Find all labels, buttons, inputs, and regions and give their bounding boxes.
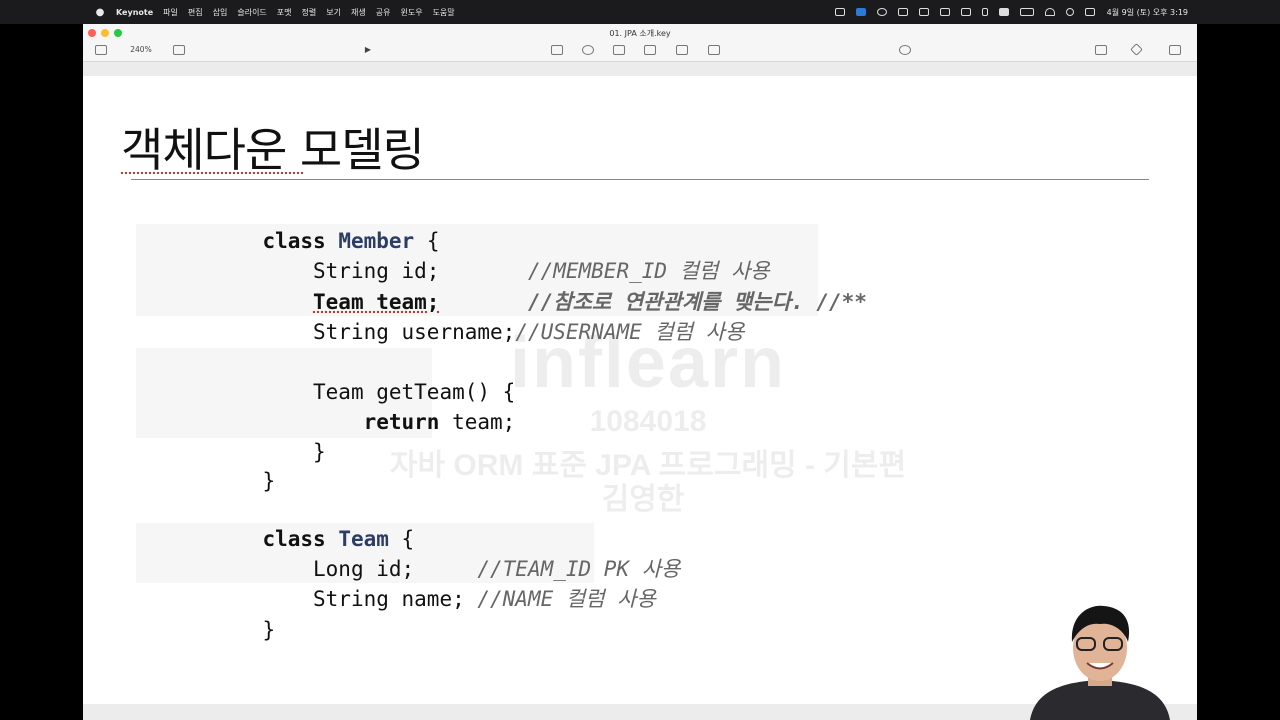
code-line: }: [136, 407, 326, 464]
menu-bar: ● Keynote 파일 편집 삽입 슬라이드 포맷 정렬 보기 재생 공유 윈…: [0, 0, 1280, 24]
menu-window[interactable]: 윈도우: [400, 7, 422, 18]
input-source-icon[interactable]: [998, 8, 1009, 16]
code-line: class Team {: [136, 494, 414, 551]
code-text: }: [262, 618, 276, 642]
app-status-icon[interactable]: [855, 8, 866, 16]
window-titlebar: 01. JPA 소개.key 240% ▶: [83, 24, 1197, 62]
volume-icon[interactable]: [960, 8, 971, 16]
code-text: String name;: [262, 587, 478, 611]
code-comment: //NAME 컬럼 사용: [477, 587, 656, 611]
code-text: String username;: [262, 320, 516, 344]
animate-icon[interactable]: [1130, 43, 1143, 56]
document-title[interactable]: 01. JPA 소개.key: [83, 28, 1197, 39]
menu-slide[interactable]: 슬라이드: [237, 7, 266, 18]
comment-icon[interactable]: [708, 45, 720, 55]
code-text: team;: [439, 410, 516, 434]
media-icon[interactable]: [676, 45, 688, 55]
code-line: String username;//USERNAME 컬럼 사용: [136, 287, 744, 344]
code-line: class Member {: [136, 196, 439, 253]
menu-help[interactable]: 도움말: [433, 7, 455, 18]
table-icon[interactable]: [551, 45, 563, 55]
code-line: Long id; //TEAM_ID PK 사용: [136, 524, 680, 581]
shape-icon[interactable]: [644, 45, 656, 55]
bluetooth-icon[interactable]: [981, 8, 988, 16]
code-line: }: [136, 436, 275, 493]
menu-clock[interactable]: 4월 9일 (토) 오후 3:19: [1107, 7, 1188, 18]
text-icon[interactable]: [613, 45, 625, 55]
window-icon[interactable]: [918, 8, 929, 16]
code-line: }: [136, 585, 275, 642]
globe-icon[interactable]: [876, 8, 887, 16]
menu-insert[interactable]: 삽입: [213, 7, 228, 18]
menu-file[interactable]: 파일: [163, 7, 178, 18]
status-area: 4월 9일 (토) 오후 3:19: [824, 0, 1188, 24]
display-icon[interactable]: [939, 8, 950, 16]
wifi-icon[interactable]: [1044, 8, 1055, 16]
apple-menu-icon[interactable]: ●: [92, 7, 108, 18]
collaborate-icon[interactable]: [899, 45, 911, 55]
menu-share[interactable]: 공유: [376, 7, 391, 18]
zoom-select[interactable]: 240%: [123, 44, 159, 56]
document-icon[interactable]: [1169, 45, 1181, 55]
chart-icon[interactable]: [582, 45, 594, 55]
menu-play[interactable]: 재생: [351, 7, 366, 18]
warning-icon[interactable]: [897, 8, 908, 16]
code-text: }: [262, 469, 276, 493]
presenter-webcam: [1030, 605, 1170, 720]
code-line: String id; //MEMBER_ID 컬럼 사용: [136, 226, 770, 283]
code-comment: //USERNAME 컬럼 사용: [515, 320, 745, 344]
code-line: Team team; //참조로 연관관계를 맺는다. //**: [136, 257, 867, 314]
menu-edit[interactable]: 편집: [188, 7, 203, 18]
spellcheck-underline: [121, 171, 303, 174]
battery-icon[interactable]: [1019, 8, 1034, 16]
code-line: String name; //NAME 컬럼 사용: [136, 554, 656, 611]
view-sidebar-icon[interactable]: [95, 45, 107, 55]
code-keyword: return: [363, 410, 440, 434]
title-divider: [131, 179, 1149, 180]
menu-format[interactable]: 포맷: [277, 7, 292, 18]
add-slide-icon[interactable]: [173, 45, 185, 55]
menu-app-name[interactable]: Keynote: [116, 8, 153, 17]
menu-arrange[interactable]: 정렬: [302, 7, 317, 18]
code-line: Team getTeam() {: [136, 347, 515, 404]
search-icon[interactable]: [1065, 8, 1074, 16]
menu-view[interactable]: 보기: [326, 7, 341, 18]
control-center-icon[interactable]: [1084, 8, 1095, 16]
format-brush-icon[interactable]: [1095, 45, 1107, 55]
code-block[interactable]: class Member { String id; //MEMBER_ID 컬럼…: [136, 196, 866, 642]
play-icon[interactable]: ▶: [363, 44, 373, 56]
code-line: return team;: [136, 377, 516, 434]
screen-record-icon[interactable]: [834, 8, 845, 16]
